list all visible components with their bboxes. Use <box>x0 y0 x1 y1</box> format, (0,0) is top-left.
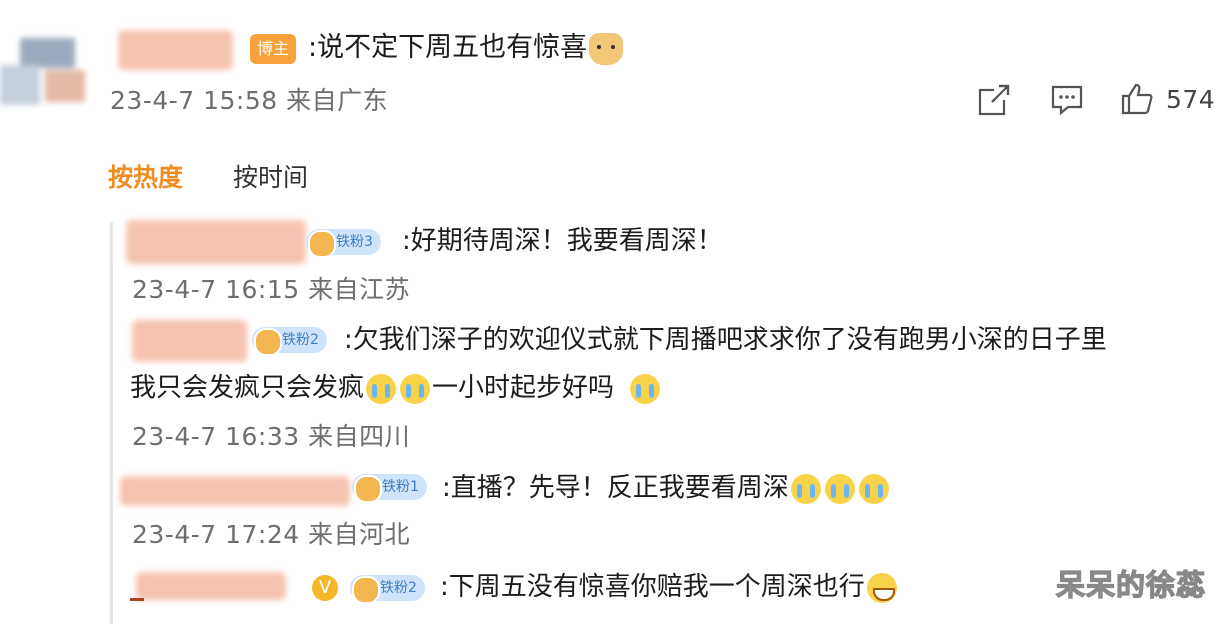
cry-emoji-icon <box>630 373 661 404</box>
fan-crown-icon <box>354 475 382 503</box>
reply-user-name-redacted[interactable] <box>126 220 306 264</box>
fan-crown-icon <box>308 230 336 258</box>
share-icon[interactable] <box>978 84 1012 120</box>
reply-text-line1: :欠我们深子的欢迎仪式就下周播吧求求你了没有跑男小深的日子里 <box>344 325 1107 355</box>
cry-emoji-icon <box>858 473 889 504</box>
cry-emoji-icon <box>366 373 397 404</box>
avatar[interactable] <box>0 20 95 110</box>
watermark: 呆呆的徐蕊 <box>1055 567 1206 602</box>
reply-user-name-redacted[interactable] <box>120 476 350 506</box>
cry-emoji-icon <box>790 473 821 504</box>
reply-text: :直播？先导！反正我要看周深 <box>442 469 891 507</box>
fan-crown-icon <box>352 576 380 604</box>
fan-badge: 铁粉1 <box>352 474 427 503</box>
reply-underline-redacted <box>130 598 144 601</box>
like-count: 574 <box>1166 85 1216 114</box>
reply-timestamp: 23-4-7 16:33 来自四川 <box>132 422 411 451</box>
doge-emoji-icon <box>589 32 624 65</box>
reply-text-line2: 我只会发疯只会发疯 一小时起步好吗 <box>130 369 662 407</box>
tab-sort-time[interactable]: 按时间 <box>233 158 308 194</box>
grin-emoji-icon <box>866 572 897 603</box>
reply-timestamp: 23-4-7 16:15 来自江苏 <box>132 275 411 304</box>
fan-badge: 铁粉2 <box>350 575 425 604</box>
reply-user-name-redacted[interactable] <box>136 572 286 600</box>
cry-emoji-icon <box>824 473 855 504</box>
post-comment-text: :说不定下周五也有惊喜 <box>308 30 624 66</box>
cry-emoji-icon <box>400 373 431 404</box>
fan-badge: 铁粉3 <box>306 229 381 258</box>
like-icon[interactable] <box>1120 82 1154 120</box>
blogger-name-redacted[interactable] <box>118 30 233 70</box>
reply-timestamp: 23-4-7 17:24 来自河北 <box>132 520 411 549</box>
blogger-badge: 博主 <box>250 34 296 64</box>
reply-thread-divider <box>110 222 113 624</box>
fan-crown-icon <box>254 328 282 356</box>
comment-icon[interactable] <box>1050 84 1084 120</box>
reply-user-name-redacted[interactable] <box>132 320 247 362</box>
fan-badge: 铁粉2 <box>252 327 327 356</box>
tab-sort-hot[interactable]: 按热度 <box>108 158 183 194</box>
reply-text: :下周五没有惊喜你赔我一个周深也行 <box>440 568 899 606</box>
reply-text: :好期待周深！我要看周深！ <box>402 226 723 256</box>
verified-icon: V <box>312 575 338 601</box>
post-timestamp: 23-4-7 15:58 来自广东 <box>110 86 389 115</box>
